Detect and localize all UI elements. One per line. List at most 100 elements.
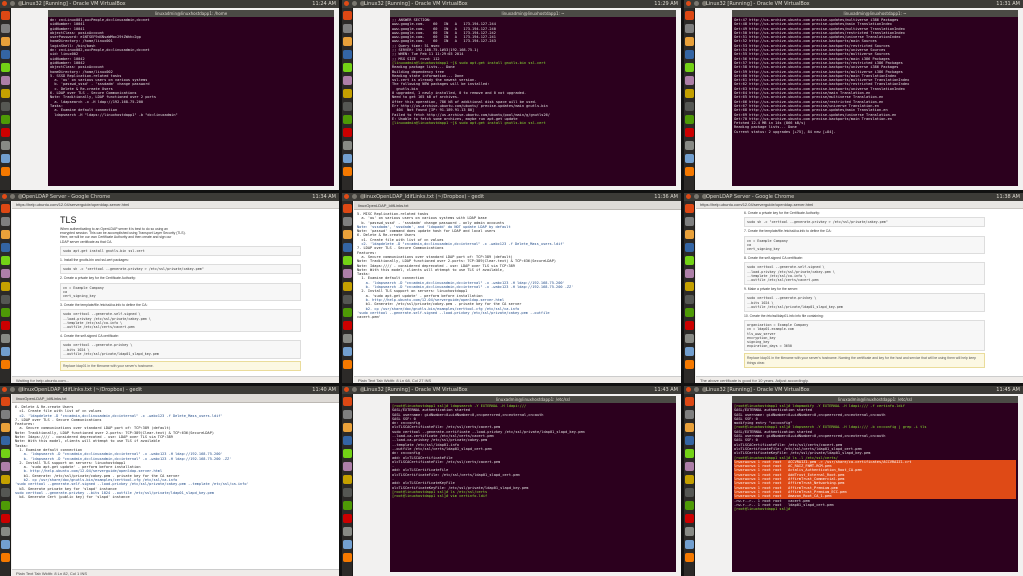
launcher-app-icon[interactable]	[685, 141, 694, 150]
close-button[interactable]	[2, 1, 7, 6]
launcher-app-icon[interactable]	[685, 360, 694, 369]
launcher-app-icon[interactable]	[685, 128, 694, 137]
minimize-button[interactable]	[10, 387, 15, 392]
launcher-app-icon[interactable]	[685, 243, 694, 252]
launcher-app-icon[interactable]	[685, 230, 694, 239]
launcher-app-icon[interactable]	[685, 488, 694, 497]
launcher-app-icon[interactable]	[343, 475, 352, 484]
address-bar[interactable]: https://help.ubuntu.com/12.04/serverguid…	[696, 201, 1023, 209]
launcher-app-icon[interactable]	[343, 128, 352, 137]
document-tab[interactable]: linuxOpenLDAP_ldifLinks.txt	[12, 394, 339, 403]
terminal-window[interactable]: linuxadmin@linuxhostdapp1: /home dn: cn=L…	[48, 10, 334, 186]
launcher-app-icon[interactable]	[685, 553, 694, 562]
launcher-app-icon[interactable]	[343, 243, 352, 252]
launcher-app-icon[interactable]	[1, 76, 10, 85]
code-block[interactable]: sudo certtool --generate-self-signed \ -…	[744, 262, 985, 286]
launcher-app-icon[interactable]	[1, 410, 10, 419]
launcher-app-icon[interactable]	[1, 230, 10, 239]
launcher-app-icon[interactable]	[343, 167, 352, 176]
text-editor[interactable]: 6. Delete & Re-create Users c1. Create f…	[15, 405, 337, 568]
close-button[interactable]	[344, 1, 349, 6]
launcher-app-icon[interactable]	[343, 230, 352, 239]
launcher-app-icon[interactable]	[1, 154, 10, 163]
launcher-app-icon[interactable]	[343, 11, 352, 20]
address-bar[interactable]: https://help.ubuntu.com/12.04/serverguid…	[12, 201, 339, 209]
launcher-app-icon[interactable]	[1, 50, 10, 59]
code-block[interactable]: sudo certtool --generate-self-signed \ -…	[60, 309, 301, 333]
launcher-app-icon[interactable]	[343, 102, 352, 111]
launcher-app-icon[interactable]	[343, 63, 352, 72]
launcher-app-icon[interactable]	[343, 50, 352, 59]
terminal-output[interactable]: dn: cn=Linux001,ou=People,dc=linuxadmin,…	[50, 18, 332, 185]
launcher-app-icon[interactable]	[1, 462, 10, 471]
launcher-app-icon[interactable]	[343, 204, 352, 213]
browser-window[interactable]: https://help.ubuntu.com/12.04/serverguid…	[12, 201, 339, 383]
close-button[interactable]	[686, 1, 691, 6]
launcher-app-icon[interactable]	[1, 334, 10, 343]
launcher-app-icon[interactable]	[1, 11, 10, 20]
launcher-app-icon[interactable]	[1, 37, 10, 46]
terminal-output[interactable]: [root@linuxhostdapp1 ssl]# ldapsearch -Y…	[392, 404, 674, 571]
launcher-app-icon[interactable]	[685, 347, 694, 356]
launcher-app-icon[interactable]	[1, 449, 10, 458]
launcher-app-icon[interactable]	[1, 204, 10, 213]
minimize-button[interactable]	[694, 194, 699, 199]
launcher-app-icon[interactable]	[1, 423, 10, 432]
launcher-app-icon[interactable]	[1, 269, 10, 278]
launcher-app-icon[interactable]	[1, 514, 10, 523]
terminal-window[interactable]: linuxadmin@linuxhostdapp1: /etc/ssl [root…	[732, 396, 1018, 572]
launcher-app-icon[interactable]	[343, 514, 352, 523]
launcher-app-icon[interactable]	[1, 63, 10, 72]
code-block[interactable]: sudo apt-get install gnutls-bin ssl-cert	[60, 245, 301, 257]
minimize-button[interactable]	[10, 1, 15, 6]
minimize-button[interactable]	[694, 1, 699, 6]
terminal-window[interactable]: linuxadmin@linuxhostdapp1: ~;; ANSWER SE…	[390, 10, 676, 186]
code-block[interactable]: sudo certtool --generate-privkey \ --bit…	[60, 340, 301, 360]
launcher-app-icon[interactable]	[685, 397, 694, 406]
launcher-app-icon[interactable]	[685, 295, 694, 304]
launcher-app-icon[interactable]	[1, 347, 10, 356]
launcher-app-icon[interactable]	[1, 102, 10, 111]
minimize-button[interactable]	[352, 1, 357, 6]
launcher-app-icon[interactable]	[343, 308, 352, 317]
close-button[interactable]	[686, 194, 691, 199]
launcher-app-icon[interactable]	[685, 37, 694, 46]
launcher-app-icon[interactable]	[343, 115, 352, 124]
close-button[interactable]	[344, 387, 349, 392]
launcher-app-icon[interactable]	[1, 501, 10, 510]
launcher-app-icon[interactable]	[343, 76, 352, 85]
launcher-app-icon[interactable]	[1, 308, 10, 317]
browser-window[interactable]: https://help.ubuntu.com/12.04/serverguid…	[696, 201, 1023, 383]
minimize-button[interactable]	[10, 194, 15, 199]
launcher-app-icon[interactable]	[685, 102, 694, 111]
terminal-output[interactable]: Get:47 http://us.archive.ubuntu.com prec…	[734, 18, 1016, 185]
terminal-window[interactable]: linuxadmin@linuxhostdapp1: /etc/ssl [root…	[390, 396, 676, 572]
launcher-app-icon[interactable]	[1, 141, 10, 150]
code-block[interactable]: sudo sh -c "certtool --generate-privkey …	[744, 217, 985, 228]
launcher-app-icon[interactable]	[1, 360, 10, 369]
launcher-app-icon[interactable]	[685, 540, 694, 549]
launcher-app-icon[interactable]	[343, 141, 352, 150]
launcher-app-icon[interactable]	[685, 475, 694, 484]
launcher-app-icon[interactable]	[1, 295, 10, 304]
text-editor[interactable]: 5. MISC Replication-related tasks a. 'ou…	[357, 212, 679, 375]
launcher-app-icon[interactable]	[1, 115, 10, 124]
launcher-app-icon[interactable]	[1, 540, 10, 549]
launcher-app-icon[interactable]	[343, 397, 352, 406]
launcher-app-icon[interactable]	[1, 217, 10, 226]
launcher-app-icon[interactable]	[343, 540, 352, 549]
code-block[interactable]: cn = Example Company ca cert_signing_key	[744, 235, 985, 255]
launcher-app-icon[interactable]	[685, 527, 694, 536]
launcher-app-icon[interactable]	[343, 295, 352, 304]
gedit-window[interactable]: linuxOpenLDAP_ldifLinks.txt 6. Delete & R…	[12, 394, 339, 576]
launcher-app-icon[interactable]	[343, 256, 352, 265]
launcher-app-icon[interactable]	[685, 76, 694, 85]
launcher-app-icon[interactable]	[1, 397, 10, 406]
close-button[interactable]	[686, 387, 691, 392]
launcher-app-icon[interactable]	[343, 269, 352, 278]
code-block[interactable]: sudo sh -c "certtool --generate-privkey …	[60, 264, 301, 275]
launcher-app-icon[interactable]	[685, 436, 694, 445]
launcher-app-icon[interactable]	[685, 154, 694, 163]
minimize-button[interactable]	[352, 194, 357, 199]
terminal-output[interactable]: ;; ANSWER SECTION: www.google.com. 60 IN …	[392, 18, 674, 185]
